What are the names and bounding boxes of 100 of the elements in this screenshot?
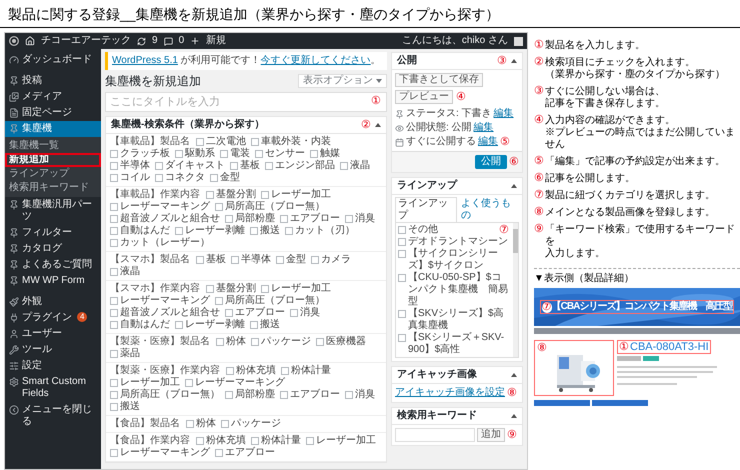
cut-off-button[interactable]: [534, 400, 590, 406]
sidebar-item[interactable]: 外観: [5, 294, 101, 310]
submenu-item[interactable]: 集塵機一覧: [5, 139, 101, 153]
checkbox[interactable]: [215, 297, 223, 305]
checkbox[interactable]: [398, 250, 406, 258]
sidebar-item[interactable]: 集塵機汎用パーツ: [5, 197, 101, 225]
checkbox[interactable]: [226, 367, 234, 375]
sidebar-item[interactable]: ユーザー: [5, 326, 101, 342]
keyword-field[interactable]: [395, 428, 475, 442]
sidebar-item[interactable]: メディア: [5, 89, 101, 105]
preview-button[interactable]: プレビュー: [395, 90, 453, 104]
checkbox[interactable]: [206, 285, 214, 293]
checkbox[interactable]: [110, 309, 118, 317]
checkbox[interactable]: [186, 420, 194, 428]
checkbox[interactable]: [221, 420, 229, 428]
checkbox[interactable]: [285, 227, 293, 235]
checkbox[interactable]: [110, 321, 118, 329]
checkbox[interactable]: [110, 350, 118, 358]
comment-icon[interactable]: [164, 36, 173, 46]
version-link[interactable]: WordPress 5.1: [112, 55, 178, 66]
checkbox[interactable]: [250, 321, 258, 329]
checkbox[interactable]: [110, 215, 118, 223]
checkbox[interactable]: [230, 162, 238, 170]
sidebar-item[interactable]: 設定: [5, 358, 101, 374]
sidebar-item[interactable]: メニューを閉じる: [5, 402, 101, 430]
checkbox[interactable]: [311, 256, 319, 264]
checkbox[interactable]: [110, 403, 118, 411]
sidebar-item[interactable]: 集塵機: [5, 121, 101, 137]
collapse-caret-icon[interactable]: [511, 414, 517, 418]
checkbox[interactable]: [225, 309, 233, 317]
checkbox[interactable]: [216, 338, 224, 346]
sidebar-item[interactable]: カタログ: [5, 241, 101, 257]
checkbox[interactable]: [398, 238, 406, 246]
sidebar-item[interactable]: フィルター: [5, 225, 101, 241]
checkbox[interactable]: [196, 437, 204, 445]
checkbox[interactable]: [398, 226, 406, 234]
checkbox[interactable]: [310, 150, 318, 158]
checkbox[interactable]: [155, 174, 163, 182]
save-draft-button[interactable]: 下書きとして保存: [395, 73, 483, 87]
sidebar-item[interactable]: MW WP Form: [5, 273, 101, 289]
checkbox[interactable]: [251, 437, 259, 445]
submenu-item[interactable]: 検索用キーワード: [5, 181, 101, 195]
checkbox[interactable]: [110, 449, 118, 457]
checkbox[interactable]: [250, 227, 258, 235]
checkbox[interactable]: [110, 239, 118, 247]
checkbox[interactable]: [110, 268, 118, 276]
checkbox[interactable]: [175, 227, 183, 235]
checkbox[interactable]: [175, 150, 183, 158]
checkbox[interactable]: [225, 391, 233, 399]
update-link[interactable]: 今すぐ更新してください: [260, 55, 371, 66]
set-image-link[interactable]: アイキャッチ画像を設定: [395, 387, 505, 399]
submenu-item[interactable]: ラインアップ: [5, 167, 101, 181]
plus-icon[interactable]: [190, 36, 200, 46]
checkbox[interactable]: [110, 379, 118, 387]
checkbox[interactable]: [261, 191, 269, 199]
checkbox[interactable]: [231, 256, 239, 264]
checkbox[interactable]: [255, 150, 263, 158]
checkbox[interactable]: [280, 215, 288, 223]
checkbox[interactable]: [175, 321, 183, 329]
checkbox[interactable]: [281, 367, 289, 375]
checkbox[interactable]: [220, 150, 228, 158]
publish-button[interactable]: 公開: [475, 155, 507, 169]
category-tab[interactable]: よく使うもの: [459, 198, 519, 222]
checkbox[interactable]: [155, 162, 163, 170]
checkbox[interactable]: [110, 150, 118, 158]
checkbox[interactable]: [340, 162, 348, 170]
collapse-caret-icon[interactable]: [375, 123, 381, 127]
collapse-caret-icon[interactable]: [511, 59, 517, 63]
checkbox[interactable]: [110, 203, 118, 211]
checkbox[interactable]: [185, 379, 193, 387]
checkbox[interactable]: [110, 227, 118, 235]
checkbox[interactable]: [215, 203, 223, 211]
checkbox[interactable]: [251, 138, 259, 146]
category-tab[interactable]: ラインアップ: [395, 197, 457, 222]
greeting-text[interactable]: こんにちは、chiko さん: [402, 35, 508, 47]
checkbox[interactable]: [316, 338, 324, 346]
checkbox[interactable]: [215, 449, 223, 457]
sidebar-item[interactable]: よくあるご質問: [5, 257, 101, 273]
home-icon[interactable]: [25, 36, 35, 46]
checkbox[interactable]: [251, 338, 259, 346]
checkbox[interactable]: [276, 256, 284, 264]
checkbox[interactable]: [261, 285, 269, 293]
sidebar-item[interactable]: プラグイン 4: [5, 310, 101, 326]
checkbox[interactable]: [345, 215, 353, 223]
edit-link[interactable]: 編集: [474, 122, 494, 134]
checkbox[interactable]: [196, 138, 204, 146]
sidebar-item[interactable]: Smart Custom Fields: [5, 374, 101, 402]
site-name-link[interactable]: チコーエアーテック: [41, 35, 131, 47]
edit-link[interactable]: 編集: [478, 136, 498, 148]
collapse-caret-icon[interactable]: [511, 184, 517, 188]
sidebar-item[interactable]: 投稿: [5, 73, 101, 89]
checkbox[interactable]: [110, 391, 118, 399]
scrollbar[interactable]: [513, 223, 518, 357]
checkbox[interactable]: [225, 215, 233, 223]
sidebar-item[interactable]: ツール: [5, 342, 101, 358]
logo-icon[interactable]: [9, 36, 19, 46]
cut-off-button[interactable]: [592, 400, 648, 406]
screen-options-tab[interactable]: 表示オプション: [298, 74, 387, 88]
add-button[interactable]: 追加: [477, 428, 505, 442]
collapse-caret-icon[interactable]: [511, 373, 517, 377]
